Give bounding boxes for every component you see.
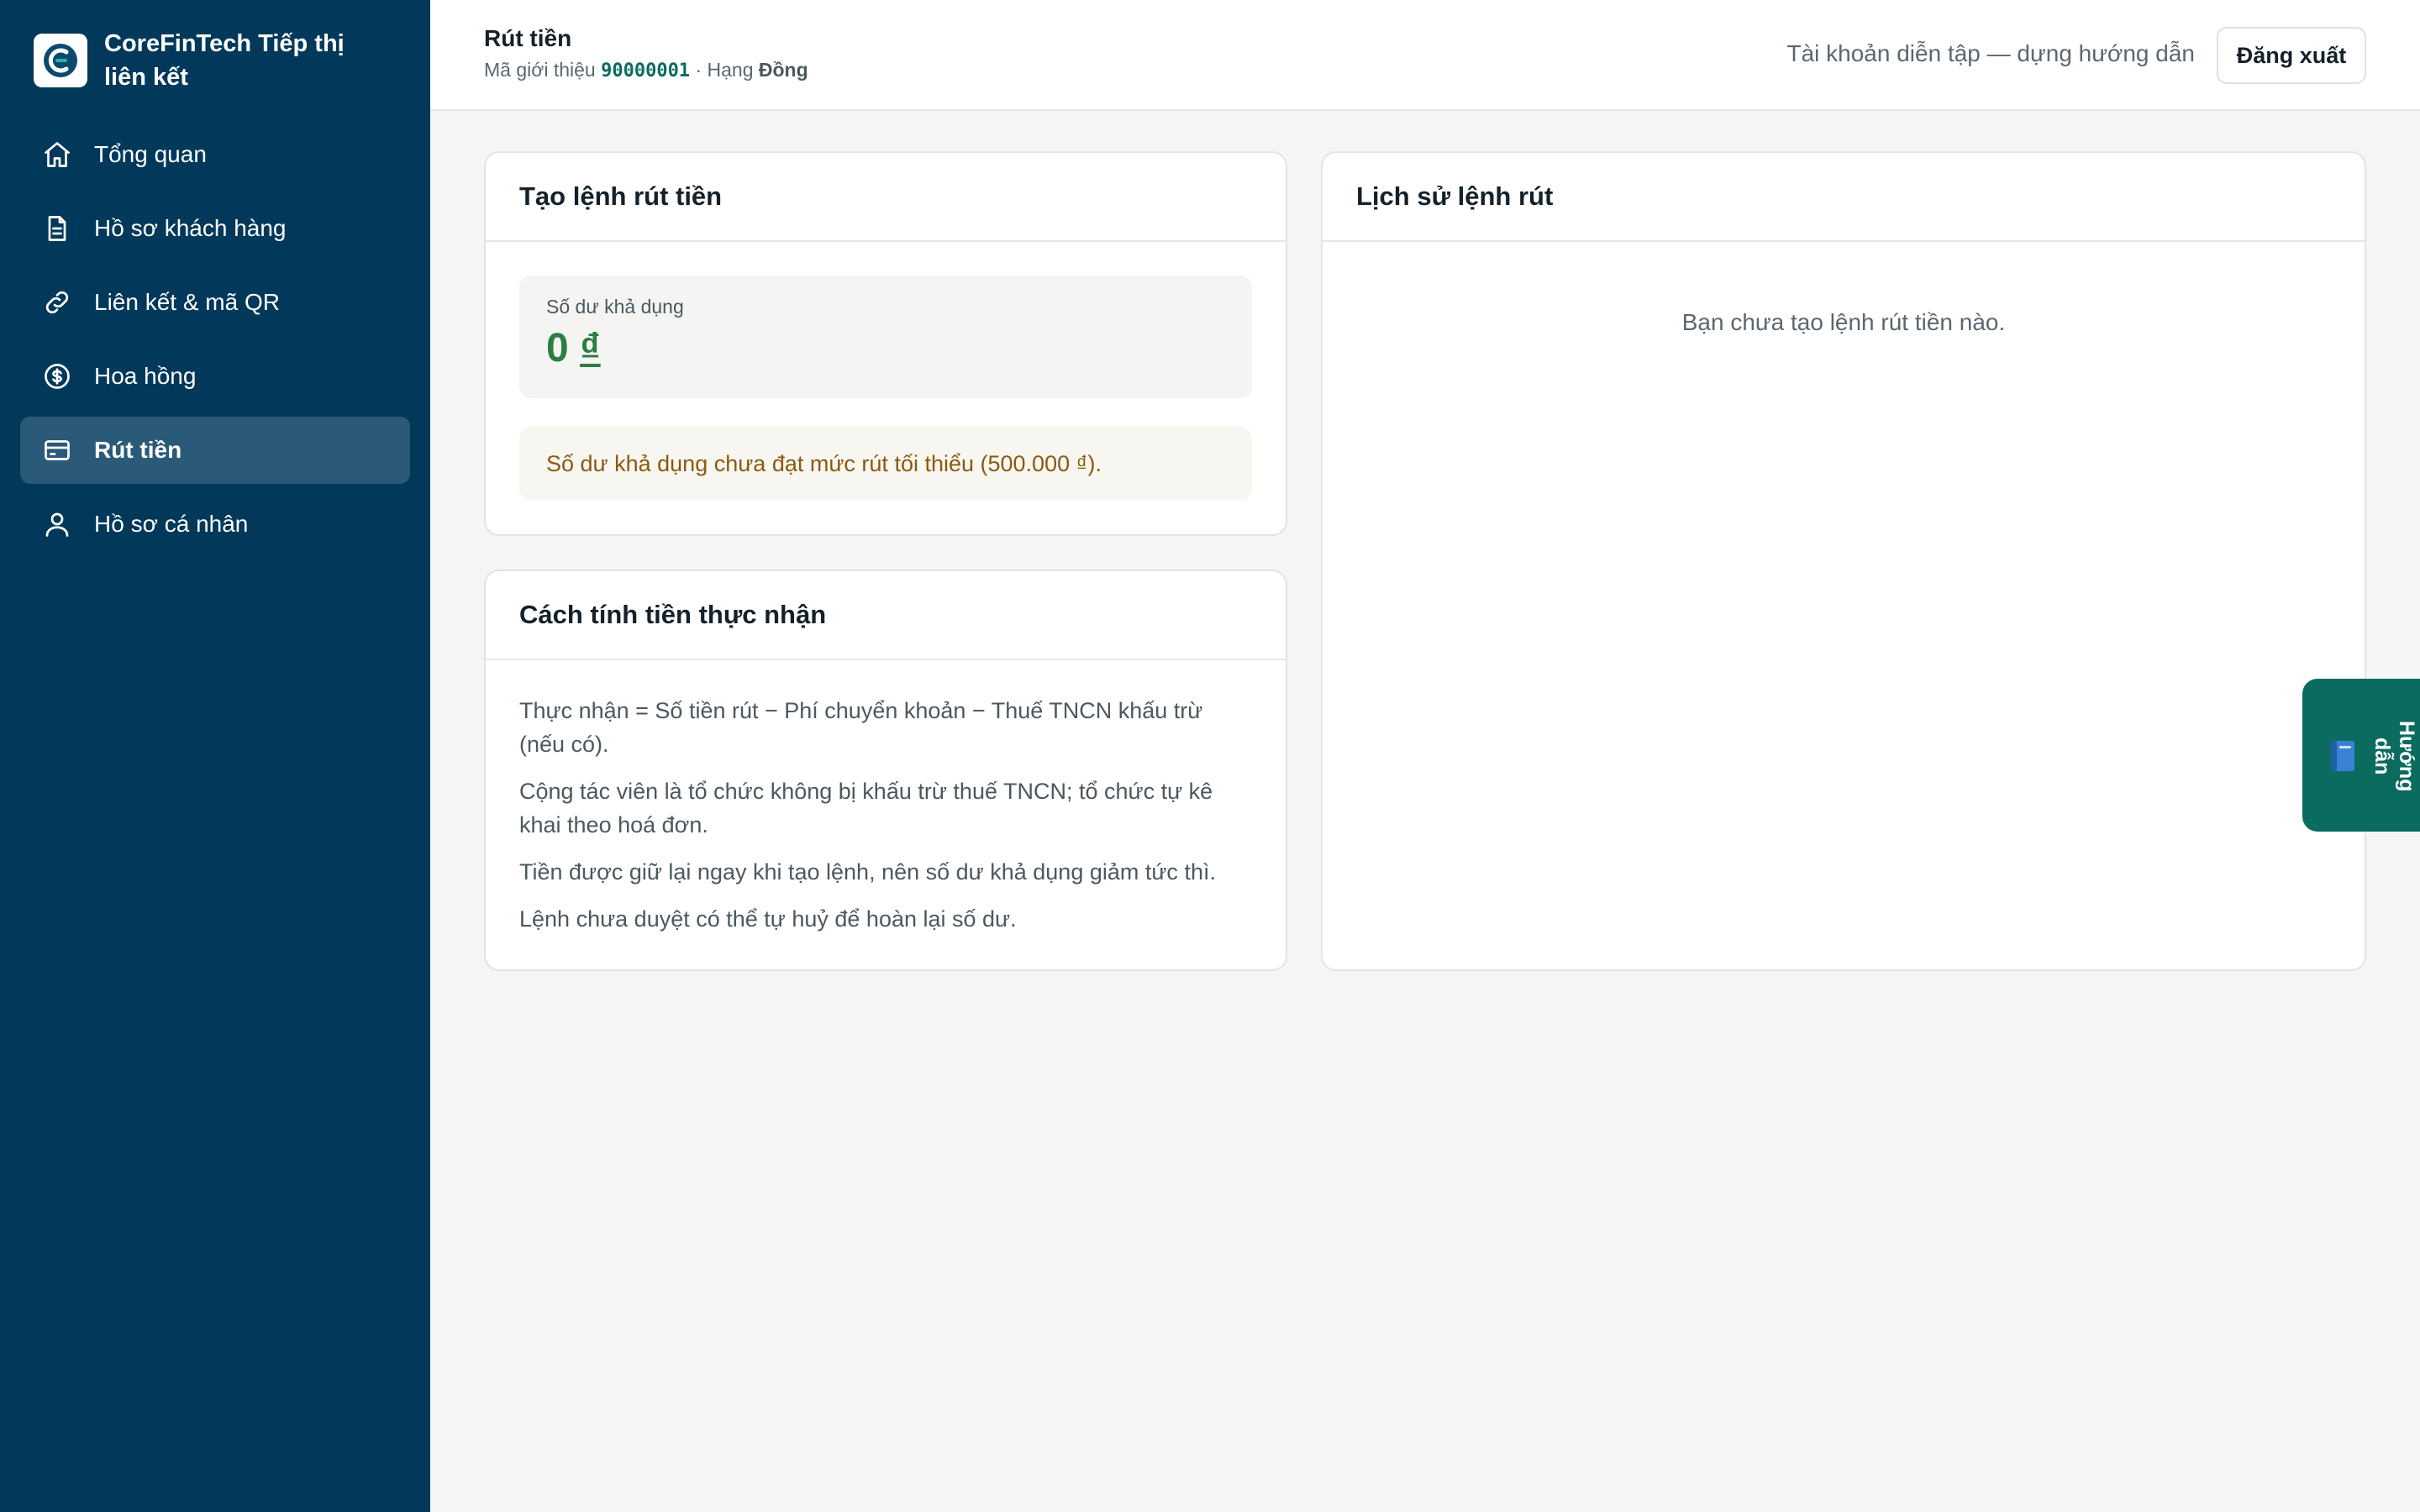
sidebar-item-links-qr[interactable]: Liên kết & mã QR — [20, 269, 410, 336]
book-icon — [2328, 739, 2358, 773]
sidebar-item-label: Rút tiền — [94, 437, 182, 463]
balance-currency: ₫ — [580, 326, 601, 370]
calc-line: Cộng tác viên là tổ chức không bị khấu t… — [519, 779, 1213, 837]
dollar-icon — [40, 360, 74, 393]
demo-account-notice: Tài khoản diễn tập — dựng hướng dẫn — [1786, 40, 2195, 66]
home-icon — [40, 138, 74, 171]
sidebar-item-customer-profiles[interactable]: Hồ sơ khách hàng — [20, 195, 410, 262]
card-title: Cách tính tiền thực nhận — [486, 571, 1286, 660]
empty-state-text: Bạn chưa tạo lệnh rút tiền nào. — [1681, 309, 2006, 335]
referral-code: 90000001 — [601, 60, 691, 81]
calculation-notes: Thực nhận = Số tiền rút − Phí chuyển kho… — [486, 660, 1286, 936]
brand[interactable]: CoreFinTech Tiếp thị liên kết — [34, 27, 403, 94]
logout-button[interactable]: Đăng xuất — [2217, 27, 2366, 84]
balance-box: Số dư khả dụng 0 ₫ — [519, 276, 1252, 398]
withdrawal-history-card: Lịch sử lệnh rút Bạn chưa tạo lệnh rút t… — [1321, 151, 2366, 971]
sidebar-item-label: Hồ sơ khách hàng — [94, 215, 287, 241]
brand-name: CoreFinTech Tiếp thị liên kết — [104, 30, 345, 91]
minimum-warning: Số dư khả dụng chưa đạt mức rút tối thiể… — [519, 427, 1252, 501]
card-title: Tạo lệnh rút tiền — [486, 153, 1286, 242]
calc-line: Lệnh chưa duyệt có thể tự huỷ để hoàn lạ… — [519, 906, 1017, 932]
document-icon — [40, 212, 74, 245]
sidebar-item-commission[interactable]: Hoa hồng — [20, 343, 410, 410]
sidebar-item-withdraw[interactable]: Rút tiền — [20, 417, 410, 484]
rank-label: · Hạng — [695, 59, 754, 81]
card-title: Lịch sử lệnh rút — [1323, 153, 2365, 242]
sidebar-item-label: Liên kết & mã QR — [94, 289, 280, 315]
top-header: Rút tiền Mã giới thiệu 90000001 · Hạng Đ… — [430, 0, 2420, 111]
create-withdrawal-card: Tạo lệnh rút tiền Số dư khả dụng 0 ₫ Số … — [484, 151, 1287, 536]
referral-label: Mã giới thiệu — [484, 59, 596, 81]
user-icon — [40, 507, 74, 541]
rank-value: Đồng — [758, 59, 808, 81]
sidebar-item-overview[interactable]: Tổng quan — [20, 121, 410, 188]
guide-label: Hướng dẫn — [2370, 720, 2418, 792]
calc-line: Tiền được giữ lại ngay khi tạo lệnh, nên… — [519, 859, 1216, 885]
guide-tab[interactable]: Hướng dẫn — [2302, 679, 2420, 832]
brand-logo-icon — [34, 34, 87, 87]
sidebar-nav: Tổng quan Hồ sơ khách hàng Liên kết & mã… — [20, 121, 410, 564]
sidebar-item-label: Hồ sơ cá nhân — [94, 511, 249, 537]
card-icon — [40, 433, 74, 467]
sidebar-item-label: Tổng quan — [94, 141, 207, 167]
sidebar-item-label: Hoa hồng — [94, 363, 197, 389]
referral-info: Mã giới thiệu 90000001 · Hạng Đồng — [484, 59, 808, 81]
calc-line: Thực nhận = Số tiền rút − Phí chuyển kho… — [519, 698, 1203, 757]
balance-amount: 0 — [546, 326, 569, 370]
balance-label: Số dư khả dụng — [546, 296, 684, 318]
sidebar: CoreFinTech Tiếp thị liên kết Tổng quan … — [0, 0, 430, 1512]
net-amount-calculation-card: Cách tính tiền thực nhận Thực nhận = Số … — [484, 570, 1287, 971]
sidebar-item-personal-profile[interactable]: Hồ sơ cá nhân — [20, 491, 410, 558]
link-icon — [40, 286, 74, 319]
page-title: Rút tiền — [484, 25, 572, 51]
balance-value: 0 ₫ — [546, 325, 1225, 371]
